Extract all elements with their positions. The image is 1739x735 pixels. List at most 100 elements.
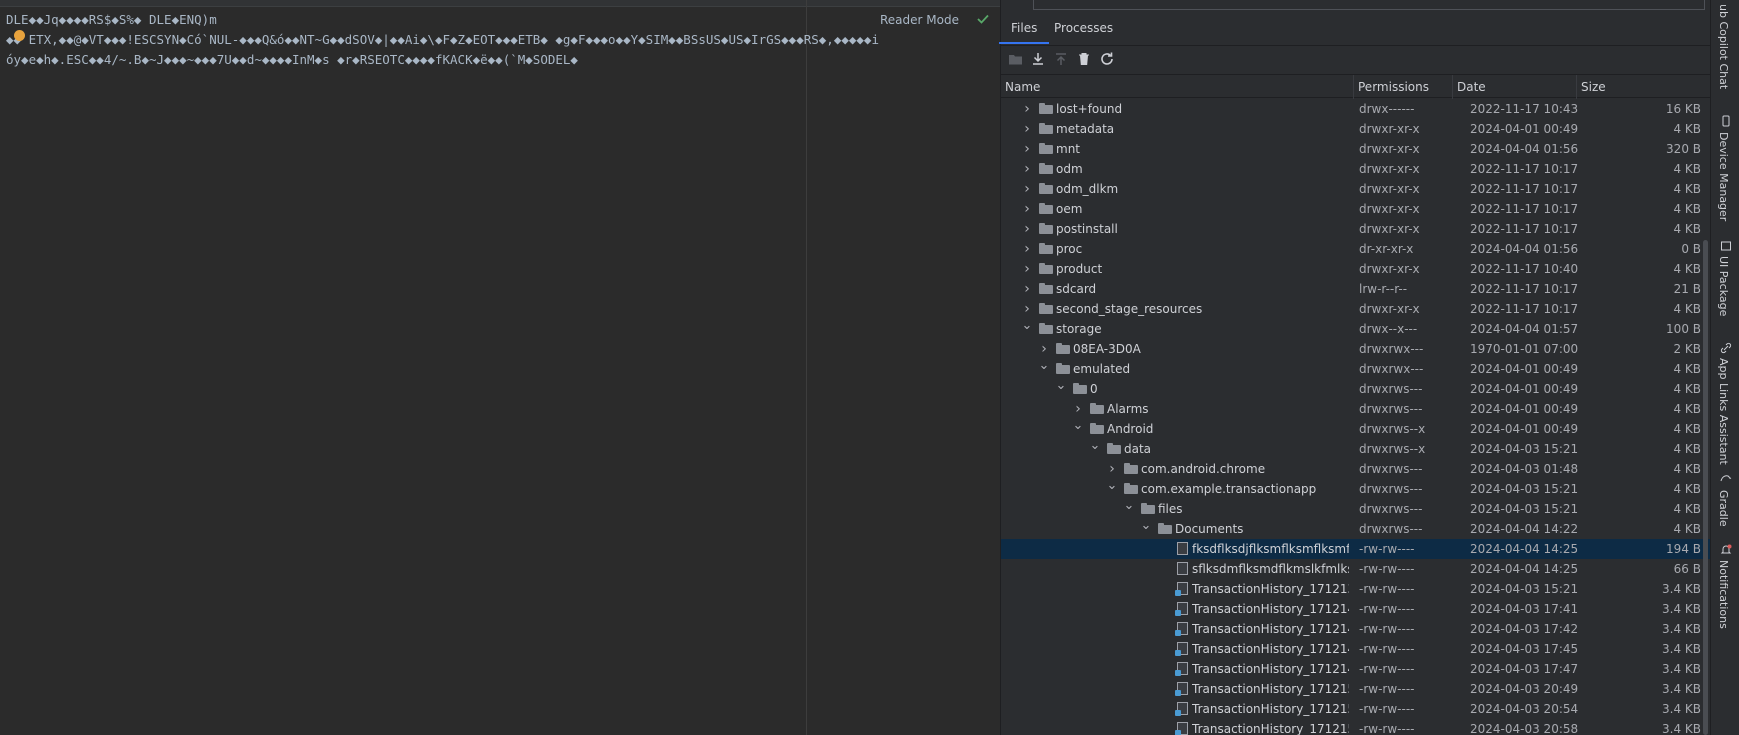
folder-row[interactable]: › postinstall drwxr-xr-x 2022-11-17 10:17 4 … [1001, 219, 1710, 239]
text-editor[interactable]: Reader Mode DLE◆◆Jq◆◆◆◆RS$◆S%◆ DLE◆ENQ)m… [0, 0, 1000, 735]
folder-row[interactable]: › Alarms drwxrws--- 2024-04-01 00:49 4 KB [1001, 399, 1710, 419]
chevron-down-icon[interactable]: ⌄ [1038, 359, 1050, 379]
chevron-right-icon[interactable]: › [1021, 139, 1033, 159]
column-size[interactable]: Size [1576, 75, 1710, 99]
row-name: second_stage_resources [1056, 302, 1203, 316]
row-permissions: drwxrws--- [1359, 462, 1423, 476]
chevron-right-icon[interactable]: › [1021, 179, 1033, 199]
row-size: 4 KB [1673, 462, 1701, 476]
folder-row[interactable]: › metadata drwxr-xr-x 2024-04-01 00:49 4 KB [1001, 119, 1710, 139]
tool-copilot-chat[interactable]: ub Copilot Chat [1717, 4, 1730, 89]
column-name[interactable]: Name [1001, 75, 1353, 99]
intention-bulb-icon[interactable] [14, 30, 25, 41]
app-links-icon[interactable] [1720, 342, 1732, 354]
chevron-right-icon[interactable]: › [1021, 119, 1033, 139]
chevron-right-icon[interactable]: › [1021, 239, 1033, 259]
vertical-scrollbar[interactable] [1703, 240, 1708, 735]
folder-row[interactable]: › odm drwxr-xr-x 2022-11-17 10:17 4 KB [1001, 159, 1710, 179]
tool-notifications[interactable]: Notifications [1717, 560, 1730, 629]
row-size: 16 KB [1665, 102, 1701, 116]
folder-row[interactable]: › sdcard lrw-r--r-- 2022-11-17 10:17 21 B [1001, 279, 1710, 299]
tool-app-links-assistant[interactable]: App Links Assistant [1717, 358, 1730, 465]
folder-row[interactable]: ⌄ storage drwx--x--- 2024-04-04 01:57 100 B [1001, 319, 1710, 339]
file-row[interactable]: sflksdmflksmdflkmslkfmlksd -rw-rw---- 2024… [1001, 559, 1710, 579]
folder-row[interactable]: › odm_dlkm drwxr-xr-x 2022-11-17 10:17 4 KB [1001, 179, 1710, 199]
chevron-right-icon[interactable]: › [1021, 279, 1033, 299]
row-name: data [1124, 442, 1152, 456]
file-row[interactable]: TransactionHistory_17121411 -rw-rw---- 202… [1001, 639, 1710, 659]
file-row[interactable]: TransactionHistory_17121408 -rw-rw---- 202… [1001, 599, 1710, 619]
new-folder-icon[interactable] [1007, 51, 1025, 69]
folder-row[interactable]: ⌄ 0 drwxrws--- 2024-04-01 00:49 4 KB [1001, 379, 1710, 399]
folder-row[interactable]: ⌄ Documents drwxrws--- 2024-04-04 14:22 4 KB [1001, 519, 1710, 539]
device-manager-icon[interactable] [1720, 115, 1732, 127]
file-row[interactable]: TransactionHistory_17121526 -rw-rw---- 202… [1001, 719, 1710, 735]
chevron-right-icon[interactable]: › [1021, 299, 1033, 319]
folder-row[interactable]: ⌄ files drwxrws--- 2024-04-03 15:21 4 KB [1001, 499, 1710, 519]
chevron-down-icon[interactable]: ⌄ [1055, 379, 1067, 399]
folder-icon [1158, 523, 1172, 534]
folder-row[interactable]: ⌄ Android drwxrws--x 2024-04-01 00:49 4 KB [1001, 419, 1710, 439]
inspection-ok-icon[interactable] [976, 12, 990, 26]
chevron-right-icon[interactable]: › [1021, 159, 1033, 179]
file-table-header: Name Permissions Date Size [1001, 74, 1710, 99]
folder-row[interactable]: › 08EA-3D0A drwxrwx--- 1970-01-01 07:00 2 KB [1001, 339, 1710, 359]
file-row[interactable]: TransactionHistory_17121324 -rw-rw---- 202… [1001, 579, 1710, 599]
folder-icon [1090, 403, 1104, 414]
file-row[interactable]: TransactionHistory_17121409 -rw-rw---- 202… [1001, 619, 1710, 639]
chevron-down-icon[interactable]: ⌄ [1106, 479, 1118, 499]
folder-row[interactable]: › com.android.chrome drwxrws--- 2024-04-03 … [1001, 459, 1710, 479]
row-permissions: -rw-rw---- [1359, 722, 1415, 735]
device-explorer-panel: Files Processes Name Permissions Date Si… [998, 0, 1710, 735]
folder-row[interactable]: › lost+found drwx------ 2022-11-17 10:43 16 … [1001, 99, 1710, 119]
folder-row[interactable]: ⌄ data drwxrws--x 2024-04-03 15:21 4 KB [1001, 439, 1710, 459]
file-row[interactable]: TransactionHistory_17121521 -rw-rw---- 202… [1001, 679, 1710, 699]
folder-row[interactable]: › proc dr-xr-xr-x 2024-04-04 01:56 0 B [1001, 239, 1710, 259]
download-icon[interactable] [1029, 51, 1047, 69]
folder-row[interactable]: › second_stage_resources drwxr-xr-x 2022-11… [1001, 299, 1710, 319]
row-size: 2 KB [1673, 342, 1701, 356]
chevron-right-icon[interactable]: › [1106, 459, 1118, 479]
folder-row[interactable]: › oem drwxr-xr-x 2022-11-17 10:17 4 KB [1001, 199, 1710, 219]
file-row[interactable]: fksdflksdjflksmflksmflksmflk -rw-rw---- 20… [1001, 539, 1710, 559]
file-icon [1175, 682, 1191, 696]
chevron-right-icon[interactable]: › [1072, 399, 1084, 419]
chevron-right-icon[interactable]: › [1021, 199, 1033, 219]
folder-row[interactable]: › mnt drwxr-xr-x 2024-04-04 01:56 320 B [1001, 139, 1710, 159]
tool-device-manager[interactable]: Device Manager [1717, 132, 1730, 221]
chevron-right-icon[interactable]: › [1021, 99, 1033, 119]
chevron-right-icon[interactable]: › [1021, 259, 1033, 279]
folder-row[interactable]: ⌄ emulated drwxrwx--- 2024-04-01 00:49 4 KB [1001, 359, 1710, 379]
tool-gradle[interactable]: Gradle [1717, 490, 1730, 527]
notifications-icon[interactable] [1720, 544, 1732, 556]
tab-files[interactable]: Files [998, 12, 1050, 44]
tab-processes[interactable]: Processes [1054, 12, 1113, 44]
row-name: postinstall [1056, 222, 1118, 236]
device-selector[interactable] [1033, 0, 1705, 10]
chevron-down-icon[interactable]: ⌄ [1021, 319, 1033, 339]
file-row[interactable]: TransactionHistory_17121524 -rw-rw---- 202… [1001, 699, 1710, 719]
upload-icon[interactable] [1052, 51, 1070, 69]
folder-row[interactable]: › product drwxr-xr-x 2022-11-17 10:40 4 KB [1001, 259, 1710, 279]
folder-row[interactable]: ⌄ com.example.transactionapp drwxrws--- 202… [1001, 479, 1710, 499]
row-name: metadata [1056, 122, 1115, 136]
row-permissions: lrw-r--r-- [1359, 282, 1408, 296]
reader-mode-button[interactable]: Reader Mode [880, 11, 959, 29]
chevron-down-icon[interactable]: ⌄ [1123, 499, 1135, 519]
tool-ui-package[interactable]: UI Package [1717, 256, 1730, 316]
editor-content[interactable]: DLE◆◆Jq◆◆◆◆RS$◆S%◆ DLE◆ENQ)m ◆◆ ETX,◆◆@◆V… [6, 10, 879, 70]
file-row[interactable]: TransactionHistory_17121412 -rw-rw---- 202… [1001, 659, 1710, 679]
column-date[interactable]: Date [1452, 75, 1576, 99]
refresh-icon[interactable] [1098, 51, 1116, 69]
chevron-right-icon[interactable]: › [1021, 219, 1033, 239]
chevron-down-icon[interactable]: ⌄ [1140, 519, 1152, 539]
row-permissions: -rw-rw---- [1359, 542, 1415, 556]
editor-tab-strip [0, 0, 1000, 7]
chevron-right-icon[interactable]: › [1038, 339, 1050, 359]
delete-icon[interactable] [1075, 51, 1093, 69]
chevron-down-icon[interactable]: ⌄ [1072, 419, 1084, 439]
column-permissions[interactable]: Permissions [1353, 75, 1452, 99]
chevron-down-icon[interactable]: ⌄ [1089, 439, 1101, 459]
gradle-icon[interactable] [1720, 472, 1732, 484]
ui-package-icon[interactable] [1720, 240, 1732, 252]
